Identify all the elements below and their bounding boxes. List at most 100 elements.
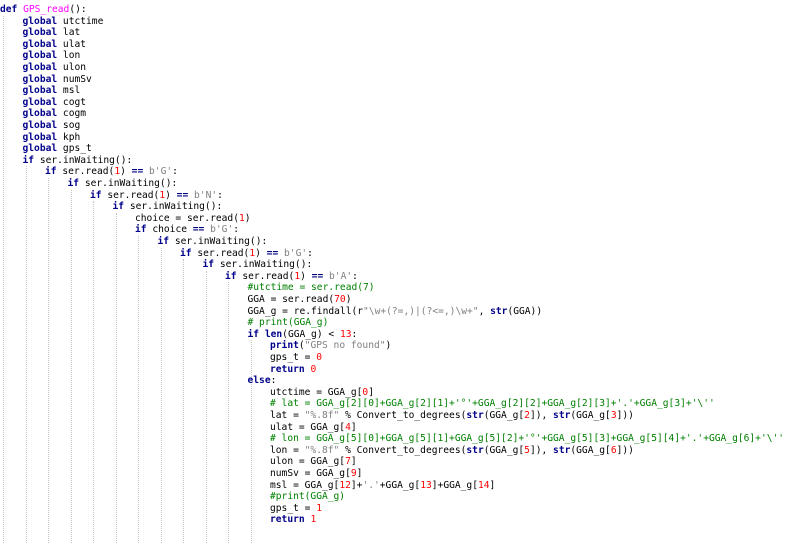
code-token: ]: [368, 386, 374, 398]
code-token: ulat: [57, 38, 87, 50]
code-line[interactable]: if ser.read(1) == b'A':: [225, 271, 358, 283]
code-token: ser.inWaiting():: [169, 236, 268, 247]
code-line[interactable]: global gps_t: [23, 143, 92, 155]
code-token: 70: [334, 294, 346, 305]
code-token: str: [466, 444, 484, 456]
code-line[interactable]: lat = "%.8f" % Convert_to_degrees(str(GG…: [270, 410, 634, 422]
code-line[interactable]: return 1: [270, 514, 316, 526]
code-token: ): [255, 247, 267, 259]
code-token: ]: [350, 456, 357, 468]
code-token: ser.read(: [236, 270, 295, 282]
indent-guide: [183, 259, 184, 543]
code-line[interactable]: def GPS_read():: [0, 4, 87, 16]
indent-guide: [25, 166, 27, 543]
code-line[interactable]: if ser.read(1) == b'G':: [180, 248, 313, 260]
code-line[interactable]: if ser.inWaiting():: [203, 259, 313, 271]
code-token: GGA = ser.read(: [247, 294, 335, 305]
code-line[interactable]: global ulon: [23, 62, 87, 74]
code-token: str: [490, 305, 508, 317]
code-token: b'G': [284, 247, 308, 259]
code-line[interactable]: # lon = GGA_g[5][0]+GGA_g[5][1]+GGA_g[5]…: [270, 433, 784, 445]
code-token: +GGA_g[: [379, 479, 421, 491]
code-token: b'N': [194, 189, 218, 201]
code-line[interactable]: numSv = GGA_g[9]: [270, 468, 362, 480]
code-token: ulon: [57, 62, 87, 73]
code-token: b'A': [329, 270, 353, 282]
code-editor[interactable]: def GPS_read(): global utctime global lat g…: [0, 0, 812, 543]
code-token: utctime: [57, 15, 104, 27]
code-line[interactable]: if ser.inWaiting():: [158, 236, 268, 248]
code-line[interactable]: GGA = ser.read(70): [248, 294, 352, 306]
code-token: ): [345, 294, 352, 305]
code-token: global: [22, 96, 58, 108]
code-token: b'G': [149, 166, 173, 178]
code-token: if: [90, 189, 102, 201]
code-line[interactable]: return 0: [270, 364, 316, 376]
code-token: ser.read(: [101, 189, 160, 201]
code-token: % Convert_to_degrees(: [339, 444, 467, 456]
code-token: ): [165, 189, 177, 201]
code-token: numSv = GGA_g[: [270, 468, 351, 479]
code-line[interactable]: # lat = GGA_g[2][0]+GGA_g[2][1]+'°'+GGA_…: [270, 398, 715, 410]
code-line[interactable]: global utctime: [23, 16, 104, 28]
code-token: lon =: [270, 444, 305, 456]
code-token: ]+: [350, 479, 363, 491]
code-token: ulon = GGA_g[: [270, 456, 346, 468]
code-token: ]: [489, 479, 496, 491]
code-line[interactable]: print("GPS no found"): [270, 340, 391, 352]
code-line[interactable]: lon = "%.8f" % Convert_to_degrees(str(GG…: [270, 445, 634, 457]
code-line[interactable]: global kph: [23, 132, 81, 144]
code-line[interactable]: if ser.inWaiting():: [68, 178, 178, 190]
code-token: global: [22, 73, 58, 85]
code-line[interactable]: #utctime = ser.read(7): [248, 282, 375, 294]
code-line[interactable]: global cogt: [23, 97, 87, 109]
code-token: ): [300, 270, 312, 282]
code-line[interactable]: if ser.inWaiting():: [113, 201, 223, 213]
code-token: global: [22, 27, 58, 39]
code-token: ser.read(: [56, 166, 115, 178]
indent-guide: [48, 178, 49, 543]
code-line[interactable]: if choice == b'G':: [135, 224, 239, 236]
code-token: if: [22, 154, 35, 166]
code-token: choice = ser.read(: [135, 212, 239, 224]
code-line[interactable]: gps_t = 0: [270, 352, 322, 364]
code-line[interactable]: choice = ser.read(1): [135, 213, 251, 225]
code-line[interactable]: global msl: [23, 85, 81, 97]
code-line[interactable]: global lon: [23, 50, 81, 62]
code-line[interactable]: global ulat: [23, 39, 87, 51]
code-token: 12: [339, 479, 351, 491]
code-line[interactable]: msl = GGA_g[12]+'.'+GGA_g[13]+GGA_g[14]: [270, 480, 495, 492]
code-token: ser.inWaiting():: [34, 154, 133, 166]
code-token: '.': [362, 479, 380, 491]
code-line[interactable]: global sog: [23, 120, 81, 132]
code-token: lat =: [270, 410, 305, 421]
code-line[interactable]: ulon = GGA_g[7]: [270, 456, 357, 468]
code-line[interactable]: #print(GGA_g): [270, 491, 345, 503]
indent-guide: [138, 236, 139, 543]
code-token: ulat = GGA_g[: [270, 421, 346, 433]
code-line[interactable]: ulat = GGA_g[4]: [270, 422, 357, 434]
code-token: (GGA_g[: [483, 410, 525, 421]
code-line[interactable]: GGA_g = re.findall(r"\w+(?=,)|(?<=,)\w+"…: [248, 306, 543, 318]
code-line[interactable]: global numSv: [23, 74, 92, 86]
code-token: :: [172, 166, 178, 178]
code-token: % Convert_to_degrees(: [339, 410, 467, 421]
code-line[interactable]: if len(GGA_g) < 13:: [248, 329, 358, 341]
code-token: "GPS no found": [304, 340, 386, 352]
code-line[interactable]: if ser.inWaiting():: [23, 155, 133, 167]
code-line[interactable]: global cogm: [23, 108, 87, 120]
code-token: ]),: [529, 410, 554, 421]
code-line[interactable]: # print(GGA_g): [248, 317, 329, 329]
code-line[interactable]: gps_t = 1: [270, 503, 322, 515]
code-token: 13: [339, 328, 352, 340]
code-token: cogm: [57, 108, 87, 120]
code-line[interactable]: if ser.read(1) == b'G':: [45, 166, 178, 178]
code-token: if: [225, 270, 237, 282]
code-line[interactable]: utctime = GGA_g[0]: [270, 387, 374, 399]
code-token: global: [22, 50, 58, 62]
code-line[interactable]: global lat: [23, 27, 81, 39]
code-line[interactable]: else:: [248, 375, 277, 387]
code-token: 14: [477, 479, 490, 491]
code-line[interactable]: if ser.read(1) == b'N':: [90, 190, 223, 202]
code-token: 13: [420, 479, 432, 491]
